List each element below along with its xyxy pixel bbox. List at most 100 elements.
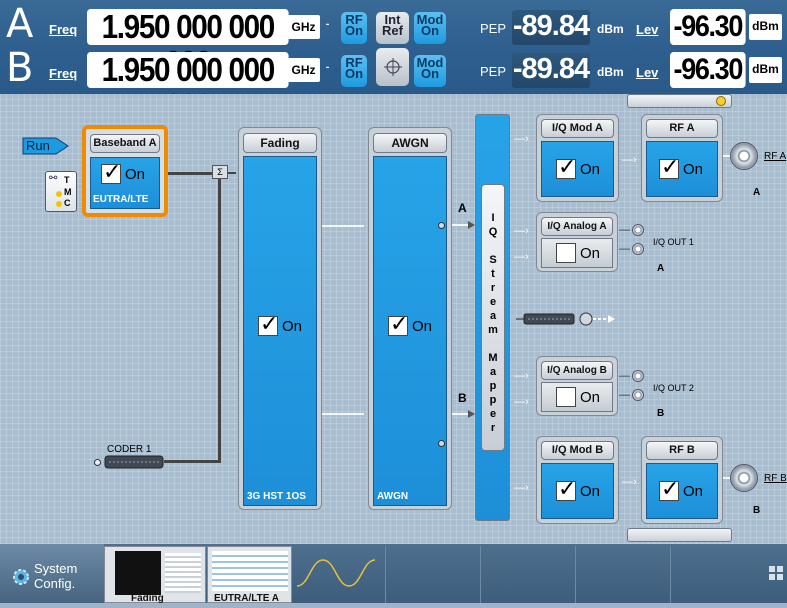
- rf-b-panel[interactable]: On: [646, 463, 718, 519]
- iq-out-1-i-connector-icon[interactable]: [632, 224, 644, 236]
- freq-b-value[interactable]: 1.950 000 000 000: [87, 52, 289, 124]
- checkbox-icon[interactable]: [556, 387, 576, 407]
- rf-a-block[interactable]: RF A On: [641, 114, 723, 202]
- baseband-a-title[interactable]: Baseband A: [90, 134, 160, 153]
- rf-a-title[interactable]: RF A: [646, 119, 718, 138]
- rf-b-connector-icon[interactable]: [730, 464, 758, 492]
- ref-coupling-icon[interactable]: [376, 48, 409, 86]
- rf-a-port-label[interactable]: RF A: [764, 151, 786, 162]
- run-button[interactable]: Run: [22, 137, 70, 155]
- eutra-thumbnail[interactable]: EUTRA/LTE A: [207, 546, 292, 604]
- iq-mod-b-on-checkbox[interactable]: On: [556, 477, 600, 502]
- mod-a-toggle[interactable]: Mod On: [414, 12, 446, 44]
- fading-thumbnail[interactable]: Fading: [104, 546, 206, 604]
- checkbox-icon[interactable]: [556, 155, 576, 180]
- waveform-thumbnail[interactable]: [293, 546, 385, 603]
- rf-a-connector-icon[interactable]: [730, 142, 758, 170]
- coder-label: CODER 1: [107, 444, 152, 455]
- checkbox-icon[interactable]: [258, 312, 278, 337]
- freq-b-unit[interactable]: GHz: [287, 58, 320, 82]
- checkbox-icon[interactable]: [556, 243, 576, 263]
- iq-analog-b-title[interactable]: I/Q Analog B: [541, 361, 613, 380]
- fading-thumbnail-label: Fading: [131, 593, 164, 604]
- iq-out-2-i-connector-icon[interactable]: [632, 370, 644, 382]
- mod-b-toggle[interactable]: Mod On: [414, 55, 446, 87]
- lev-a-value[interactable]: -96.30: [670, 9, 746, 45]
- fading-on-checkbox[interactable]: On: [258, 312, 302, 337]
- freq-a-link[interactable]: Freq: [49, 22, 77, 37]
- awgn-panel[interactable]: On AWGN: [373, 156, 447, 506]
- iq-analog-b-on-checkbox[interactable]: On: [556, 387, 600, 407]
- freq-a-unit[interactable]: GHz: [287, 15, 320, 39]
- iq-mod-b-title[interactable]: I/Q Mod B: [541, 441, 614, 460]
- iq-mod-b-panel[interactable]: On: [541, 463, 614, 519]
- lev-a-link[interactable]: Lev: [636, 22, 658, 37]
- freq-a-unit-dropdown-icon[interactable]: ⁃: [325, 20, 330, 31]
- rf-b-title[interactable]: RF B: [646, 441, 718, 460]
- window-list-icon[interactable]: [768, 564, 784, 582]
- freq-b-unit-dropdown-icon[interactable]: ⁃: [325, 63, 330, 74]
- status-header: A Freq 1.950 000 000 000 GHz ⁃ RF On Int…: [0, 0, 787, 124]
- iq-analog-b-block[interactable]: I/Q Analog B On: [536, 356, 618, 416]
- system-config-button[interactable]: System Config.: [0, 544, 104, 603]
- checkbox-icon[interactable]: [659, 477, 679, 502]
- fading-title[interactable]: Fading: [243, 133, 317, 153]
- rf-b-on-checkbox[interactable]: On: [659, 477, 703, 502]
- empty-task-slot[interactable]: [575, 546, 670, 603]
- awgn-on-checkbox[interactable]: On: [388, 312, 432, 337]
- lev-b-value[interactable]: -96.30: [670, 52, 746, 88]
- baseband-a-block[interactable]: Baseband A On EUTRA/LTE: [82, 125, 168, 217]
- awgn-block[interactable]: AWGN On AWGN: [368, 127, 452, 510]
- source-letter-t: T: [64, 175, 70, 185]
- baseband-a-on-checkbox[interactable]: On: [101, 160, 145, 185]
- checkbox-icon[interactable]: [556, 477, 576, 502]
- iq-analog-a-on-checkbox[interactable]: On: [556, 243, 600, 263]
- iq-mod-a-block[interactable]: I/Q Mod A On: [536, 114, 619, 202]
- level-indicator-bar-b[interactable]: [627, 528, 732, 542]
- int-ref-line2: Ref: [382, 23, 403, 38]
- freq-b-link[interactable]: Freq: [49, 66, 77, 81]
- iq-mod-b-block[interactable]: I/Q Mod B On: [536, 436, 619, 524]
- fading-block[interactable]: Fading On 3G HST 1OS: [238, 127, 322, 510]
- mapper-letter: e: [489, 408, 497, 420]
- empty-task-slot[interactable]: [670, 546, 765, 603]
- rf-a-toggle[interactable]: RF On: [341, 12, 367, 44]
- level-indicator-bar[interactable]: [627, 94, 732, 108]
- iq-analog-a-block[interactable]: I/Q Analog A On: [536, 212, 618, 272]
- baseband-a-panel[interactable]: On EUTRA/LTE: [90, 157, 160, 209]
- int-ref-toggle[interactable]: Int Ref: [376, 12, 409, 44]
- rf-b-port-label[interactable]: RF B: [764, 473, 787, 484]
- iq-out-2-q-connector-icon[interactable]: [632, 389, 644, 401]
- iq-analog-a-panel[interactable]: On: [541, 238, 613, 268]
- rf-a-on-checkbox[interactable]: On: [659, 155, 703, 180]
- digital-out-connector-icon[interactable]: [516, 311, 576, 327]
- checkbox-icon[interactable]: [388, 312, 408, 337]
- iq-mod-a-on-checkbox[interactable]: On: [556, 155, 600, 180]
- iq-mod-a-panel[interactable]: On: [541, 141, 614, 197]
- checkbox-icon[interactable]: [659, 155, 679, 180]
- fading-panel[interactable]: On 3G HST 1OS: [243, 156, 317, 506]
- rf-b-block[interactable]: RF B On: [641, 436, 723, 524]
- iq-analog-a-title[interactable]: I/Q Analog A: [541, 217, 613, 236]
- thumbnail-fields: [212, 551, 288, 591]
- rf-b-toggle[interactable]: RF On: [341, 55, 367, 87]
- awgn-title[interactable]: AWGN: [373, 133, 447, 153]
- iq-mod-a-title[interactable]: I/Q Mod A: [541, 119, 614, 138]
- iq-stream-mapper-button[interactable]: IQ Stream Mapper: [481, 184, 505, 451]
- rf-b-channel-label: B: [753, 505, 761, 516]
- empty-task-slot[interactable]: [480, 546, 575, 603]
- iq-stream-mapper-block[interactable]: IQ Stream Mapper: [475, 114, 510, 521]
- rf-a-panel[interactable]: On: [646, 141, 718, 197]
- iq-analog-b-panel[interactable]: On: [541, 382, 613, 412]
- coder-connector-icon[interactable]: [104, 455, 164, 469]
- checkbox-icon[interactable]: [101, 160, 121, 185]
- lev-b-link[interactable]: Lev: [636, 65, 658, 80]
- system-config-line2: Config.: [34, 576, 76, 591]
- source-icon[interactable]: ⚯ T M C: [45, 171, 77, 212]
- arrow-right-icon: —›: [514, 251, 529, 263]
- lev-a-unit[interactable]: dBm: [749, 14, 782, 40]
- iq-out-1-q-connector-icon[interactable]: [632, 243, 644, 255]
- freq-a-value[interactable]: 1.950 000 000 000: [87, 9, 289, 81]
- lev-b-unit[interactable]: dBm: [749, 57, 782, 83]
- empty-task-slot[interactable]: [385, 546, 480, 603]
